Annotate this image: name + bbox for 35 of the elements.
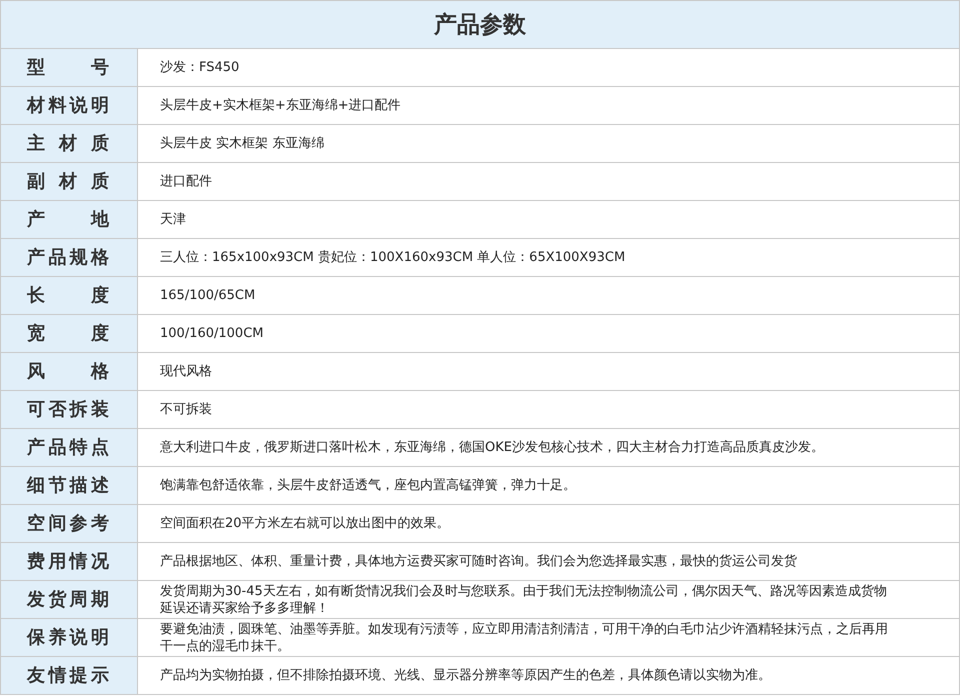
parameter-value: 三人位：165x100x93CM 贵妃位：100X160x93CM 单人位：65X100X93CM (160, 249, 626, 266)
parameter-value: 天津 (160, 211, 186, 228)
parameter-label: 友情提示 (1, 657, 138, 694)
parameter-value: 要避免油渍，圆珠笔、油墨等弄脏。如发现有污渍等，应立即用清洁剂清洁，可用干净的白毛巾沾少许酒精轻抹污点，之后再用干一点的湿毛巾抹干。 (160, 620, 889, 654)
parameter-label: 保养说明 (1, 619, 138, 656)
parameter-label: 宽 度 (1, 315, 138, 352)
parameter-label: 产 地 (1, 201, 138, 238)
parameter-label: 可否拆装 (1, 391, 138, 428)
table-title: 产品参数 (1, 1, 959, 49)
parameter-label: 发货周期 (1, 581, 138, 618)
parameter-label: 主 材 质 (1, 125, 138, 162)
parameter-value: 发货周期为30-45天左右，如有断货情况我们会及时与您联系。由于我们无法控制物流公司，偶尔因天气、路况等因素造成货物延误还请买家给予多多理解！ (160, 582, 888, 616)
parameter-value: 空间面积在20平方米左右就可以放出图中的效果。 (160, 515, 450, 532)
parameter-label: 材料说明 (1, 87, 138, 124)
parameter-label: 长 度 (1, 277, 138, 314)
parameter-value: 饱满靠包舒适依靠，头层牛皮舒适透气，座包内置高锰弹簧，弹力十足。 (160, 477, 576, 494)
parameter-label: 细节描述 (1, 467, 138, 504)
parameter-value: 100/160/100CM (160, 325, 264, 342)
parameter-value: 不可拆装 (160, 401, 212, 418)
parameter-label: 产品规格 (1, 239, 138, 276)
parameter-label: 空间参考 (1, 505, 138, 542)
parameter-value: 进口配件 (160, 173, 212, 190)
parameter-label: 风 格 (1, 353, 138, 390)
parameter-label: 副 材 质 (1, 163, 138, 200)
parameter-value: 沙发：FS450 (160, 59, 240, 76)
parameter-value: 现代风格 (160, 363, 212, 380)
parameter-value: 产品根据地区、体积、重量计费，具体地方运费买家可随时咨询。我们会为您选择最实惠，最快的货运公司发货 (160, 553, 797, 570)
parameter-value: 意大利进口牛皮，俄罗斯进口落叶松木，东亚海绵，德国OKE沙发包核心技术，四大主材合力打造高品质真皮沙发。 (160, 439, 824, 456)
parameter-value: 165/100/65CM (160, 287, 256, 304)
parameter-value: 产品均为实物拍摄，但不排除拍摄环境、光线、显示器分辨率等原因产生的色差，具体颜色请以实物为准。 (160, 667, 771, 684)
parameter-value: 头层牛皮+实木框架+东亚海绵+进口配件 (160, 97, 401, 114)
parameter-label: 产品特点 (1, 429, 138, 466)
parameter-label: 型 号 (1, 49, 138, 86)
parameter-value: 头层牛皮 实木框架 东亚海绵 (160, 135, 324, 152)
parameter-label: 费用情况 (1, 543, 138, 580)
